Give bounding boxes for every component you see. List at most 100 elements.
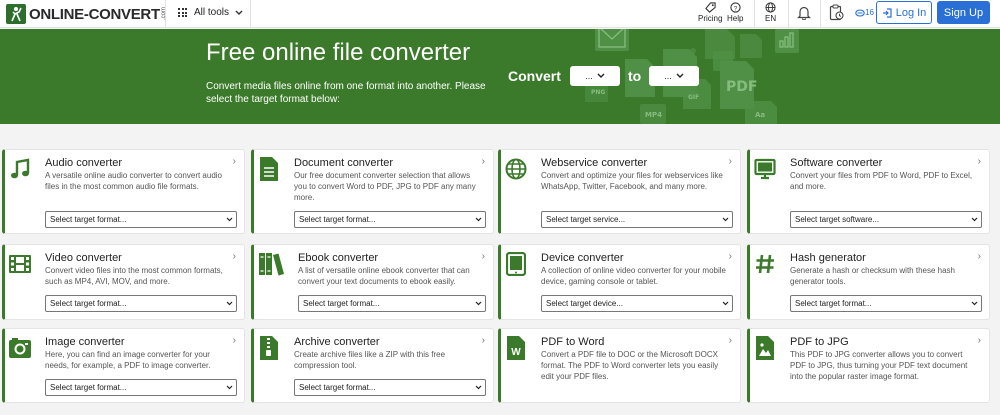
card-webservice-converter[interactable]: Webservice converter › Convert and optim… [498,149,741,234]
svg-text:PNG: PNG [591,89,605,96]
chevron-right-icon: › [728,156,732,167]
document-icon [256,156,282,182]
chevron-right-icon: › [977,251,981,262]
card-title: Video converter [45,252,122,264]
chevron-down-icon [226,301,233,306]
signup-label: Sign Up [943,6,984,19]
card-hash-generator[interactable]: Hash generator › Generate a hash or chec… [747,244,990,320]
card-device-converter[interactable]: Device converter › A collection of onlin… [498,244,741,320]
card-image-converter[interactable]: Image converter › Here, you can find an … [2,328,245,403]
header-divider [820,0,821,28]
target-format-dropdown[interactable]: Select target format... [294,379,486,396]
dropdown-value: Select target format... [299,215,376,224]
target-software-dropdown[interactable]: Select target software... [790,211,982,228]
card-ebook-converter[interactable]: Ebook converter › A list of versatile on… [251,244,494,320]
header-divider [754,0,755,28]
card-document-converter[interactable]: Document converter › Our free document c… [251,149,494,234]
svg-text:Aa: Aa [755,111,765,119]
header-divider [250,0,251,28]
help-link[interactable]: ? Help [727,2,743,23]
card-title: Ebook converter [298,252,379,264]
chevron-right-icon: › [728,335,732,346]
monitor-icon [752,156,778,182]
svg-text:PDF: PDF [726,79,757,95]
card-title: PDF to Word [541,336,605,348]
card-archive-converter[interactable]: Archive converter › Create archive files… [251,328,494,403]
target-format-dropdown[interactable]: Select target format... [45,295,237,312]
all-tools-menu[interactable]: All tools [178,7,243,18]
card-title: Document converter [294,157,394,169]
svg-text:?: ? [733,5,737,12]
tag-icon [704,2,716,13]
signup-button[interactable]: Sign Up [937,1,990,24]
image-file-icon [752,335,778,361]
language-label: EN [765,14,777,23]
card-software-converter[interactable]: Software converter › Convert your files … [747,149,990,234]
dropdown-value: Select target software... [795,215,880,224]
source-format-value: ... [585,71,593,81]
dropdown-value: Select target format... [50,299,127,308]
card-pdf-to-jpg[interactable]: PDF to JPG › This PDF to JPG converter a… [747,328,990,403]
clipboard-clock-icon [829,4,844,21]
card-title: Device converter [541,252,624,264]
card-description: A list of versatile online ebook convert… [298,266,470,286]
card-description: Convert a PDF file to DOC or the Microso… [541,350,719,381]
chevron-right-icon: › [728,251,732,262]
target-format-dropdown[interactable]: Select target format... [298,295,486,312]
hero-subtitle: Convert media files online from one form… [206,81,486,105]
bell-icon [797,6,811,20]
svg-text:W: W [511,347,521,358]
login-button[interactable]: Log In [876,1,932,24]
target-format-dropdown[interactable]: Select target format... [45,211,237,228]
hash-icon [752,251,778,277]
chevron-down-icon [226,217,233,222]
card-description: Convert and optimize your files for webs… [541,171,723,191]
books-icon [256,251,288,277]
chevron-down-icon [226,385,233,390]
target-format-value: ... [664,71,672,81]
target-device-dropdown[interactable]: Select target device... [541,295,733,312]
card-description: This PDF to JPG converter allows you to … [790,350,968,381]
language-selector[interactable]: EN [765,2,776,23]
globe-icon [765,2,776,13]
chevron-right-icon: › [977,335,981,346]
chevron-down-icon [722,217,729,222]
credit-coin-icon [855,8,865,17]
pricing-label: Pricing [698,14,723,23]
target-service-dropdown[interactable]: Select target service... [541,211,733,228]
music-note-icon [7,156,33,182]
card-video-converter[interactable]: Video converter › Convert video files in… [2,244,245,320]
card-pdf-to-word[interactable]: W PDF to Word › Convert a PDF file to DO… [498,328,741,403]
header-divider [165,0,166,28]
tablet-icon [503,251,529,277]
history-button[interactable] [829,4,844,22]
target-format-dropdown[interactable]: Select target format... [790,295,982,312]
card-description: Convert your files from PDF to Word, PDF… [790,171,973,191]
dropdown-value: Select target format... [50,383,127,392]
dropdown-value: Select target service... [546,215,626,224]
target-format-select[interactable]: ... [649,66,699,86]
target-format-dropdown[interactable]: Select target format... [294,211,486,228]
card-title: Archive converter [294,336,380,348]
card-title: PDF to JPG [790,336,849,348]
grid-icon [178,8,187,17]
globe-icon [503,156,529,182]
credits-count: 16 [865,8,874,17]
file-icons-decoration: JPG PDF PNG GIF Aa MP4 [585,29,799,124]
card-audio-converter[interactable]: Audio converter › A versatile online aud… [2,149,245,234]
card-title: Image converter [45,336,125,348]
chevron-down-icon [475,301,482,306]
credits-indicator[interactable]: 16 [855,8,874,17]
notifications-button[interactable] [797,5,811,21]
header-divider [788,0,789,28]
site-logo[interactable]: ONLINE-CONVERT .com [6,4,167,24]
chevron-down-icon [676,73,684,78]
logo-figure-icon [6,4,26,24]
pricing-link[interactable]: Pricing [698,2,722,23]
chevron-down-icon [971,301,978,306]
card-title: Software converter [790,157,883,169]
source-format-select[interactable]: ... [570,66,620,86]
target-format-dropdown[interactable]: Select target format... [45,379,237,396]
chevron-down-icon [971,217,978,222]
chevron-right-icon: › [481,156,485,167]
